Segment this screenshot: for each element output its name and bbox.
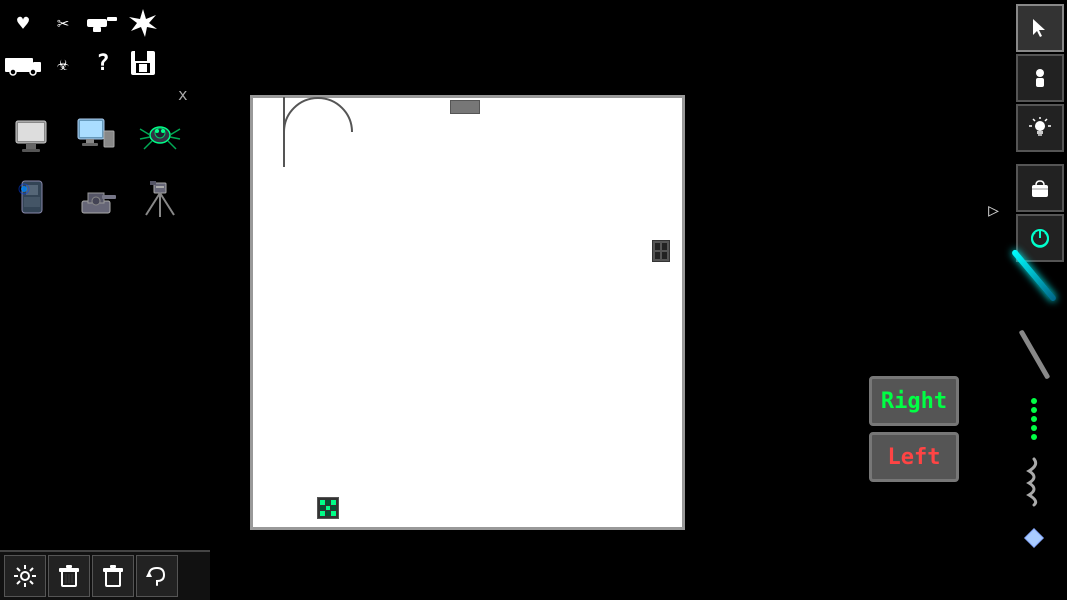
clear-button[interactable] xyxy=(92,555,134,597)
close-button[interactable]: x xyxy=(178,85,188,104)
turret-palette-item[interactable] xyxy=(68,169,124,225)
top-toolbar: ♥ ✂ ☣ ? x xyxy=(0,0,200,86)
gun-icon[interactable] xyxy=(84,4,122,42)
cursor-indicator: ▷ xyxy=(988,200,999,221)
biohazard-icon[interactable]: ☣ xyxy=(44,44,82,82)
item-palette xyxy=(0,105,200,229)
npc-palette-item[interactable] xyxy=(4,169,60,225)
cursor-tool-button[interactable] xyxy=(1016,4,1064,52)
burst-icon[interactable] xyxy=(124,4,162,42)
spider-palette-item[interactable] xyxy=(132,109,188,165)
left-button[interactable]: Left xyxy=(869,432,959,482)
room-sensor-object xyxy=(450,100,480,114)
save-icon[interactable] xyxy=(124,44,162,82)
main-canvas[interactable] xyxy=(250,95,685,530)
scissor-icon[interactable]: ✂ xyxy=(44,4,82,42)
green-dots-item xyxy=(1031,398,1037,440)
screw-item[interactable] xyxy=(1009,454,1059,509)
computer-palette-item[interactable] xyxy=(68,109,124,165)
room-wall-switch xyxy=(652,240,670,262)
right-button[interactable]: Right xyxy=(869,376,959,426)
monitor-palette-item[interactable] xyxy=(4,109,60,165)
settings-button[interactable] xyxy=(4,555,46,597)
bag-tool-button[interactable] xyxy=(1016,164,1064,212)
bottom-toolbar xyxy=(0,550,210,600)
heart-icon[interactable]: ♥ xyxy=(4,4,42,42)
right-toolbar xyxy=(1012,0,1067,266)
room-floor-item xyxy=(317,497,339,519)
undo-button[interactable] xyxy=(136,555,178,597)
direction-buttons: Right Left xyxy=(869,376,959,482)
tripod-palette-item[interactable] xyxy=(132,169,188,225)
right-side-tools xyxy=(1009,240,1059,553)
diamond-item[interactable] xyxy=(1009,523,1059,553)
truck-icon[interactable] xyxy=(4,44,42,82)
door-line xyxy=(283,97,285,167)
person-tool-button[interactable] xyxy=(1016,54,1064,102)
question-icon[interactable]: ? xyxy=(84,44,122,82)
delete-button[interactable] xyxy=(48,555,90,597)
light-tool-button[interactable] xyxy=(1016,104,1064,152)
cyan-wand-item[interactable] xyxy=(1009,240,1059,310)
gray-bar-item[interactable] xyxy=(1009,324,1059,384)
